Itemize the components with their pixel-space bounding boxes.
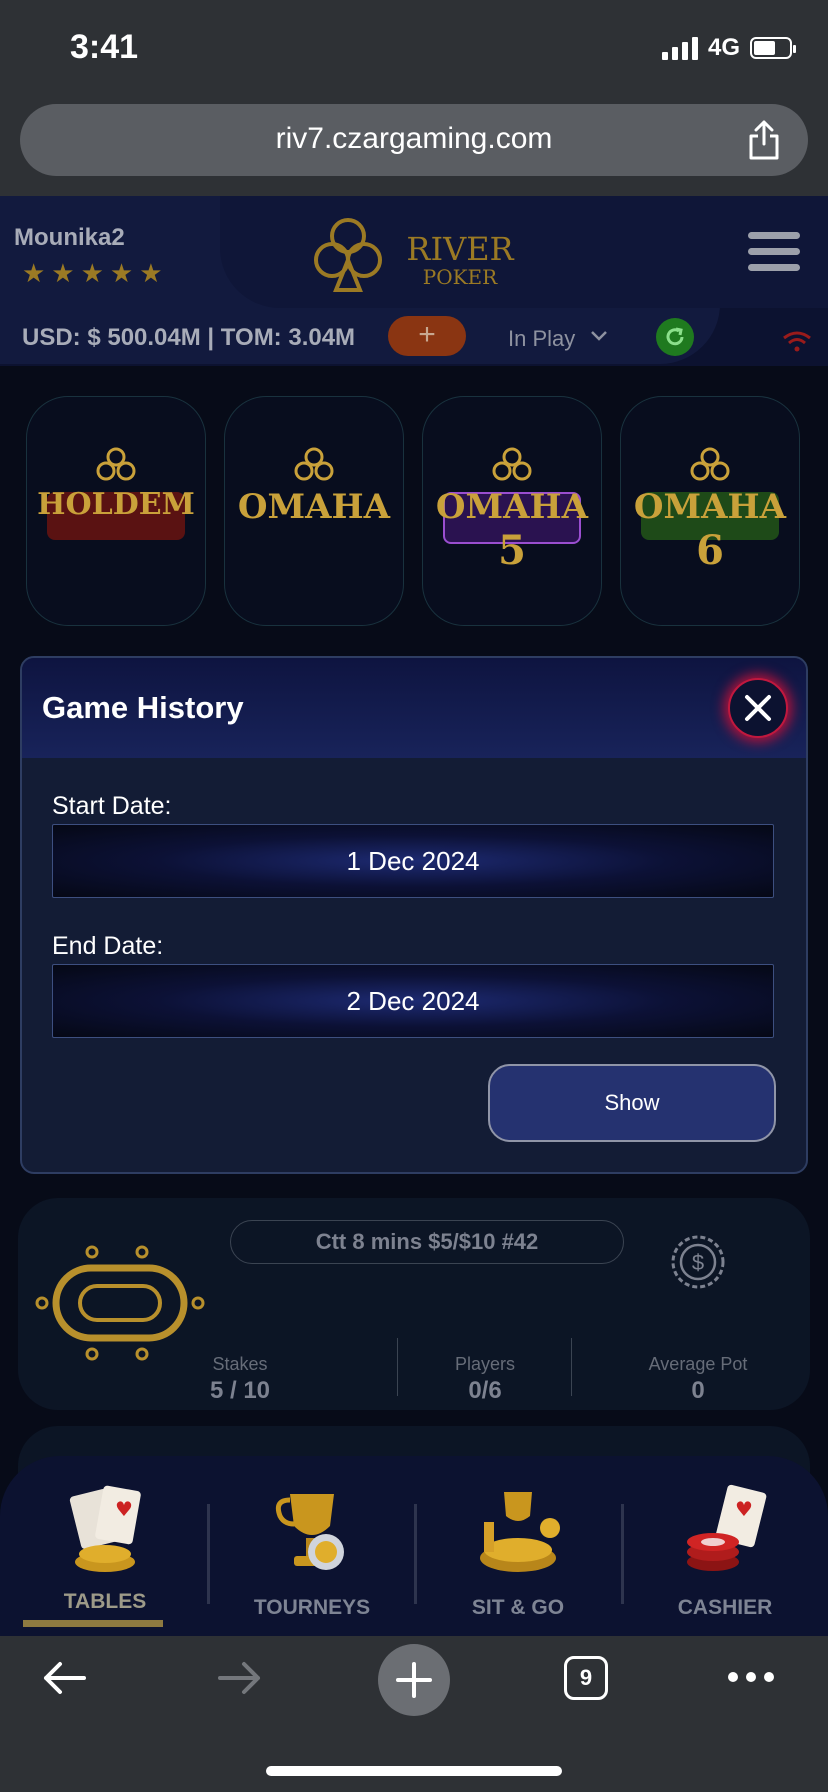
start-date-label: Start Date: [52, 792, 172, 820]
stakes-value: 5 / 10 [209, 1377, 271, 1404]
svg-text:RIVER: RIVER [406, 230, 514, 268]
new-tab-button[interactable] [378, 1644, 450, 1716]
svg-text:$: $ [692, 1250, 704, 1275]
tabs-button[interactable]: 9 [564, 1656, 608, 1700]
cards-coins-icon: ♥ [69, 1485, 141, 1572]
end-date-label: End Date: [52, 932, 164, 960]
modal-title: Game History [42, 690, 244, 725]
add-funds-button[interactable]: + [388, 316, 466, 356]
game-card-omaha-6[interactable]: OMAHA 6 [620, 396, 800, 626]
game-name: OMAHA [633, 487, 787, 527]
stakes-label: Stakes [212, 1354, 268, 1374]
more-icon[interactable] [726, 1670, 776, 1684]
avg-pot-value: 0 [691, 1377, 705, 1404]
chevron-down-icon[interactable] [590, 330, 608, 342]
app-header: Mounika2 ★★★★★ RIVER POKER USD: $ 500.04… [0, 196, 828, 366]
game-name: OMAHA [237, 487, 391, 527]
nav-tables[interactable]: ♥ TABLES [5, 1482, 205, 1632]
url-text: riv7.czargaming.com [275, 122, 553, 155]
river-poker-logo: RIVER POKER [314, 218, 515, 292]
game-type-row: HOLDEM OMAHA OMAHA 5 OMAHA 6 [0, 396, 828, 628]
refresh-button[interactable] [656, 318, 694, 356]
nav-cashier[interactable]: ♥ CASHIER [625, 1482, 825, 1632]
players-stat: Players 0/6 [400, 1354, 570, 1405]
nav-label: TOURNEYS [253, 1596, 371, 1619]
game-card-holdem[interactable]: HOLDEM [26, 396, 206, 626]
svg-text:♥: ♥ [735, 1497, 753, 1521]
game-history-modal: Game History Start Date: 1 Dec 2024 End … [20, 656, 808, 1174]
club-emblem-icon [96, 447, 136, 481]
plus-icon [396, 1662, 432, 1698]
balance-text: USD: $ 500.04M | TOM: 3.04M [22, 324, 356, 351]
game-name: HOLDEM [37, 487, 195, 522]
game-sub: 5 [498, 527, 526, 574]
game-name: OMAHA [435, 487, 589, 527]
stakes-stat: Stakes 5 / 10 [170, 1354, 310, 1405]
refresh-icon [666, 327, 684, 346]
show-button[interactable]: Show [488, 1064, 776, 1142]
table-row[interactable]: Ctt 8 mins $5/$10 #42 $ Stakes 5 / 10 Pl… [18, 1198, 810, 1410]
menu-icon[interactable] [748, 232, 800, 274]
connection-icon [783, 331, 811, 352]
nav-divider [621, 1504, 624, 1604]
divider [571, 1338, 572, 1396]
network-type: 4G [707, 34, 740, 61]
end-date-field[interactable]: 2 Dec 2024 [52, 964, 774, 1038]
players-label: Players [454, 1354, 516, 1374]
username: Mounika2 [14, 224, 125, 251]
club-emblem-icon [690, 447, 730, 481]
close-button[interactable] [728, 678, 788, 738]
bottom-nav: ♥ TABLES TOURNEYS SIT & GO ♥ CASHIER [0, 1456, 828, 1636]
nav-divider [414, 1504, 417, 1604]
rating-stars: ★★★★★ [22, 258, 169, 288]
battery-icon [750, 37, 796, 59]
poker-table-icon [35, 1245, 205, 1361]
game-sub: 6 [696, 527, 724, 574]
nav-tourneys[interactable]: TOURNEYS [212, 1482, 412, 1632]
nav-label: TABLES [63, 1590, 147, 1613]
address-bar[interactable]: riv7.czargaming.com [20, 104, 808, 176]
forward-arrow-icon[interactable] [214, 1658, 264, 1698]
divider [397, 1338, 398, 1396]
status-bar: 3:41 4G [0, 0, 828, 100]
home-indicator [266, 1766, 562, 1776]
trophy-icon [275, 1494, 344, 1570]
avg-pot-label: Average Pot [648, 1354, 748, 1374]
nav-label: CASHIER [677, 1596, 773, 1619]
nav-sit-and-go[interactable]: SIT & GO [418, 1482, 618, 1632]
status-time: 3:41 [70, 28, 139, 66]
active-tab-indicator [23, 1620, 163, 1627]
sit-and-go-icon [480, 1492, 560, 1572]
club-emblem-icon [492, 447, 532, 481]
avg-pot-stat: Average Pot 0 [618, 1354, 778, 1405]
start-date-field[interactable]: 1 Dec 2024 [52, 824, 774, 898]
nav-divider [207, 1504, 210, 1604]
dollar-chip-icon: $ [671, 1235, 725, 1289]
table-name: Ctt 8 mins $5/$10 #42 [230, 1220, 624, 1264]
nav-label: SIT & GO [471, 1596, 565, 1619]
status-icons: 4G [661, 34, 796, 62]
club-emblem-icon [294, 447, 334, 481]
svg-text:♥: ♥ [115, 1497, 133, 1521]
signal-icon [661, 36, 698, 60]
cashier-chips-icon: ♥ [687, 1484, 767, 1571]
back-arrow-icon[interactable] [40, 1658, 90, 1698]
modal-header: Game History [22, 658, 806, 758]
players-value: 0/6 [468, 1377, 502, 1404]
in-play-dropdown[interactable]: In Play [508, 326, 575, 352]
svg-text:POKER: POKER [423, 265, 498, 289]
game-card-omaha-5[interactable]: OMAHA 5 [422, 396, 602, 626]
browser-url-area: riv7.czargaming.com [0, 100, 828, 196]
game-card-omaha[interactable]: OMAHA [224, 396, 404, 626]
close-icon [745, 695, 771, 721]
share-icon[interactable] [746, 120, 782, 160]
